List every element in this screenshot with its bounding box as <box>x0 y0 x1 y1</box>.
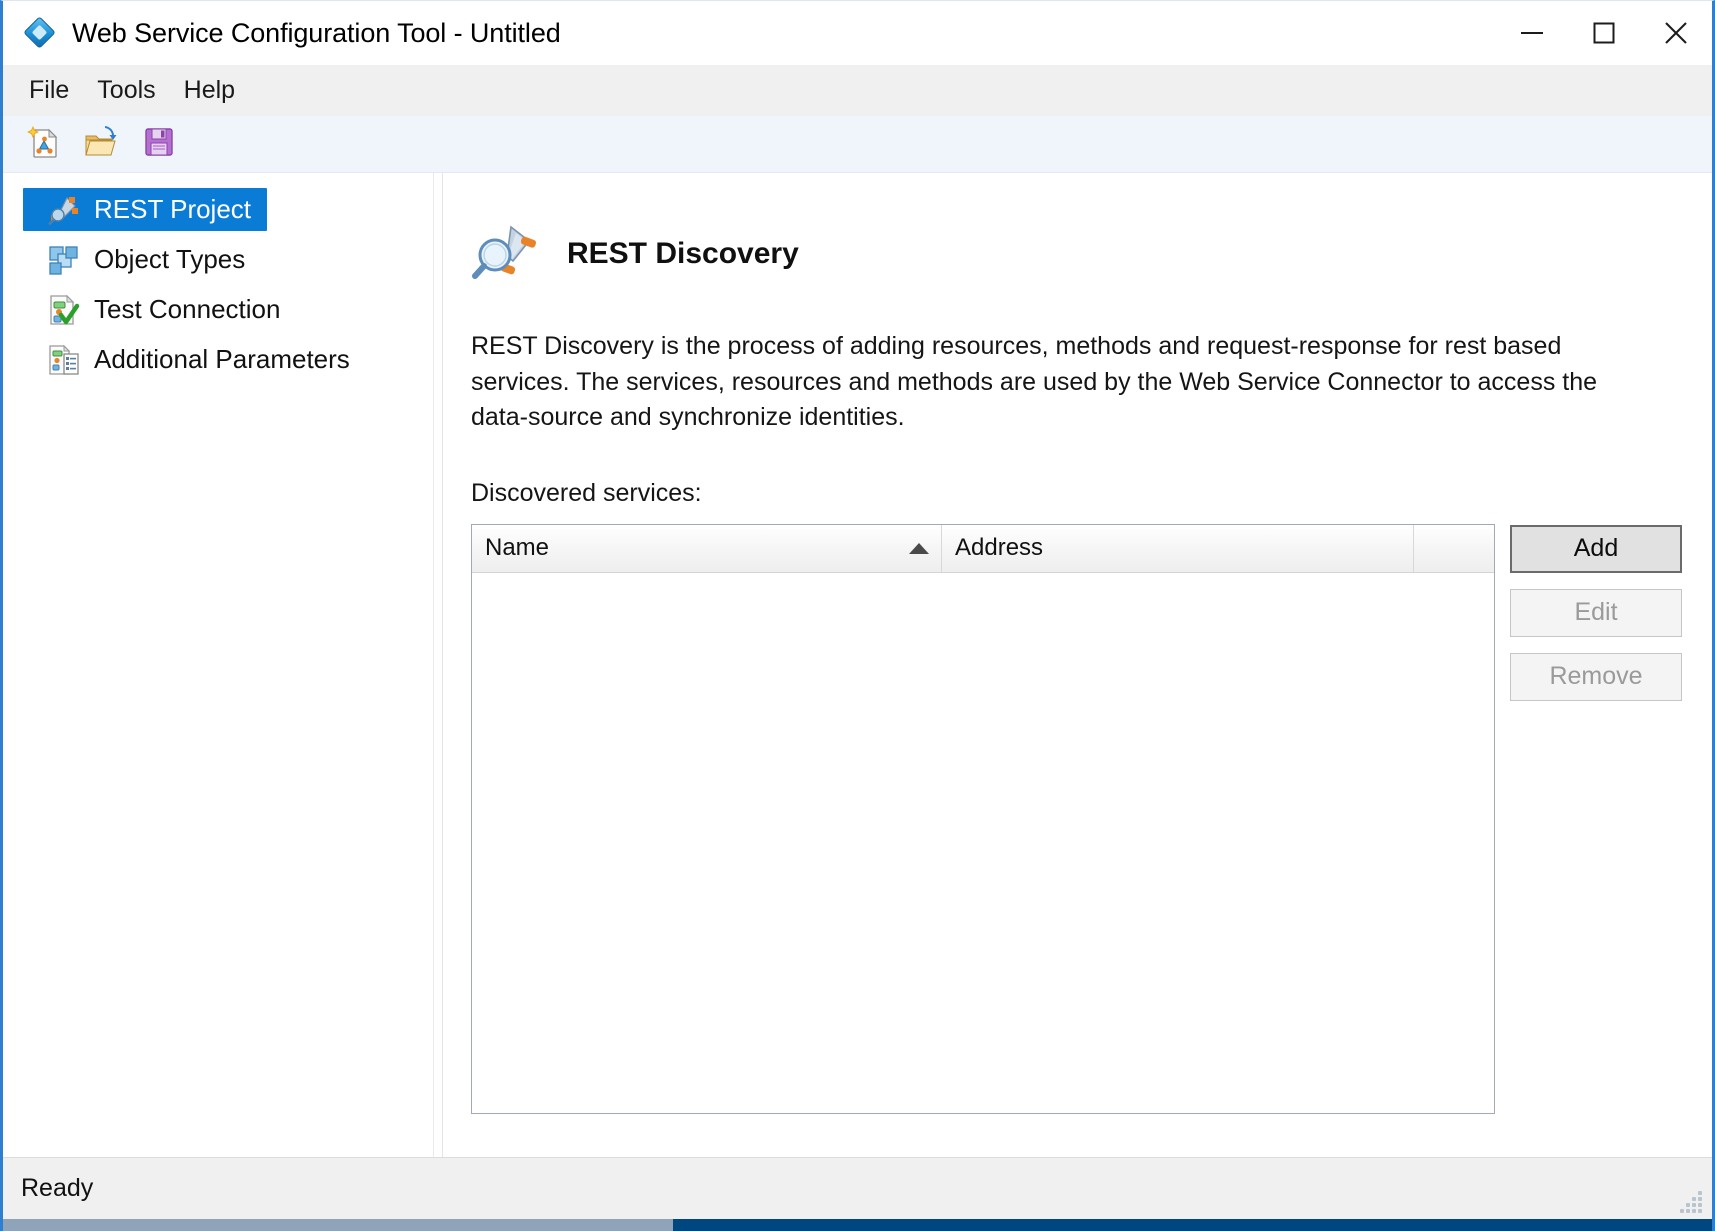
minimize-button[interactable] <box>1496 1 1568 65</box>
save-project-button[interactable] <box>137 122 181 166</box>
save-project-icon <box>141 124 177 165</box>
new-project-button[interactable] <box>21 122 65 166</box>
sidebar-item-test-connection[interactable]: Test Connection <box>3 286 433 333</box>
add-button[interactable]: Add <box>1510 524 1682 573</box>
open-project-icon <box>83 124 119 165</box>
sidebar-item-additional-parameters[interactable]: Additional Parameters <box>3 336 433 383</box>
menu-bar: File Tools Help <box>3 65 1712 116</box>
sidebar-item-label: Object Types <box>94 244 246 274</box>
rest-discovery-icon <box>471 217 545 291</box>
sidebar-item-label: REST Project <box>94 194 252 224</box>
content-pane: REST Discovery REST Discovery is the pro… <box>443 173 1712 1157</box>
window-bottom-edge <box>3 1219 1712 1231</box>
page-description: REST Discovery is the process of adding … <box>471 332 1598 431</box>
object-types-icon <box>47 243 81 277</box>
menu-tools[interactable]: Tools <box>83 72 169 109</box>
discovered-services-table[interactable]: Name Address <box>471 523 1495 1114</box>
open-project-button[interactable] <box>79 122 123 166</box>
resize-grip-icon[interactable] <box>1678 1191 1704 1213</box>
column-header-extra[interactable] <box>1414 525 1494 572</box>
menu-file[interactable]: File <box>15 72 83 109</box>
title-bar[interactable]: Web Service Configuration Tool - Untitle… <box>3 1 1712 65</box>
menu-help[interactable]: Help <box>170 72 249 109</box>
window-controls <box>1496 1 1712 65</box>
edit-button: Edit <box>1510 588 1682 637</box>
sidebar-item-object-types[interactable]: Object Types <box>3 236 433 283</box>
column-header-label: Address <box>955 534 1044 561</box>
sidebar-item-label: Test Connection <box>94 294 281 324</box>
services-button-column: Add Edit Remove <box>1510 524 1682 701</box>
column-header-address[interactable]: Address <box>942 524 1414 572</box>
diamond-app-icon <box>23 16 56 49</box>
rest-project-icon <box>47 193 81 227</box>
table-body-empty[interactable] <box>472 572 1494 1113</box>
test-connection-icon <box>47 293 81 327</box>
body-area: REST Project Object Types Test Connectio… <box>3 173 1712 1157</box>
column-header-label: Name <box>485 534 550 561</box>
table-header-row: Name Address <box>472 524 1494 573</box>
services-list-row: Name Address Add Edit Remove <box>471 523 1682 1114</box>
additional-parameters-icon <box>47 343 81 377</box>
status-bar: Ready <box>3 1157 1712 1219</box>
sort-ascending-icon <box>909 542 929 554</box>
page-title: REST Discovery <box>567 237 799 270</box>
sidebar-item-label: Additional Parameters <box>94 344 350 374</box>
sidebar-nav: REST Project Object Types Test Connectio… <box>3 173 433 1157</box>
sidebar-item-rest-project[interactable]: REST Project <box>3 186 433 233</box>
window-title: Web Service Configuration Tool - Untitle… <box>72 17 561 48</box>
toolbar <box>3 116 1712 173</box>
page-header: REST Discovery <box>471 217 1682 291</box>
remove-button: Remove <box>1510 652 1682 701</box>
title-bar-left: Web Service Configuration Tool - Untitle… <box>3 16 561 49</box>
close-button[interactable] <box>1640 1 1712 65</box>
app-window: Web Service Configuration Tool - Untitle… <box>0 0 1715 1231</box>
status-text: Ready <box>21 1174 94 1202</box>
panel-splitter[interactable] <box>433 173 443 1157</box>
new-project-icon <box>25 124 61 165</box>
discovered-services-label: Discovered services: <box>471 478 702 507</box>
column-header-name[interactable]: Name <box>472 524 942 572</box>
maximize-button[interactable] <box>1568 1 1640 65</box>
